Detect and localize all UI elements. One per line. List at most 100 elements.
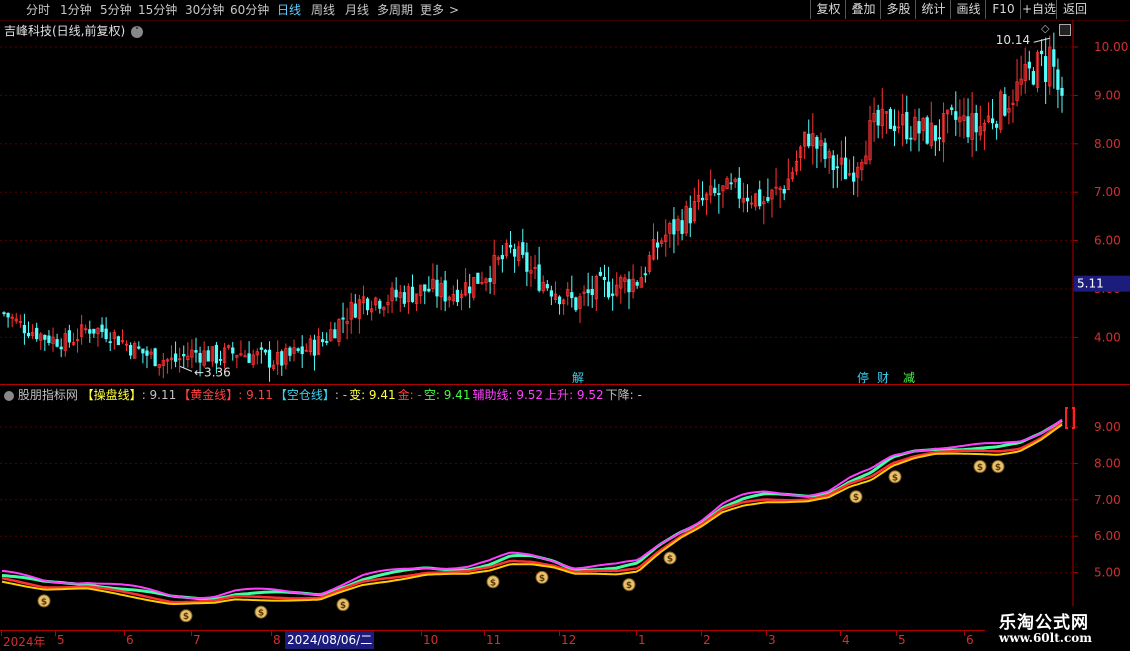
date-tick [55, 631, 56, 636]
candle-body [108, 341, 112, 344]
candle-body [1039, 50, 1044, 55]
candle-body [549, 290, 554, 297]
candle-body [296, 348, 300, 351]
candle-body [468, 286, 472, 294]
indicator-tick-label: 6.00 [1094, 529, 1121, 543]
range-bracket [1065, 407, 1068, 429]
candle-body [145, 350, 149, 356]
indicator-panel[interactable]: 5.00 6.00 7.00 8.00 9.00 $ $ $ $ $ $ $ $ $ $ $ $ 股朋指标网 【… [0, 386, 1130, 630]
candle-body [365, 298, 370, 311]
candle-body [320, 339, 325, 343]
candle-body [353, 303, 357, 318]
date-tick-label: 8 [273, 633, 281, 647]
tab-6[interactable]: 60分钟 [230, 2, 269, 18]
candle-body [6, 312, 10, 318]
operate-line [1, 423, 1063, 606]
price-tick-label: 7.00 [1094, 185, 1121, 199]
candle-body [247, 353, 251, 363]
event-marker[interactable]: 停 [857, 370, 869, 385]
candle-body [129, 345, 133, 356]
chevron-right-icon[interactable]: > [449, 2, 459, 18]
tab-7[interactable]: 日线 [277, 2, 301, 18]
tab-9[interactable]: 月线 [345, 2, 369, 18]
candle-body [47, 335, 51, 344]
tab-3[interactable]: 5分钟 [100, 2, 132, 18]
current-price-label: 5.11 [1077, 277, 1104, 291]
toolbar-button-3[interactable]: 多股 [880, 0, 916, 19]
candle-body [933, 125, 937, 141]
candle-body [758, 189, 762, 207]
candle-body [198, 352, 202, 363]
tab-2[interactable]: 1分钟 [60, 2, 92, 18]
candle-body [570, 292, 574, 299]
date-tick [271, 631, 272, 636]
toolbar-button-7[interactable]: +自选 [1020, 0, 1057, 19]
event-marker[interactable]: 解 [572, 371, 584, 385]
indicator-chart[interactable]: 5.00 6.00 7.00 8.00 9.00 $ $ $ $ $ $ $ $ $ $ $ $ [0, 386, 1130, 630]
tab-8[interactable]: 周线 [311, 2, 335, 18]
candle-body [815, 136, 819, 149]
candle-body [100, 324, 104, 332]
date-tick-label: 7 [193, 633, 201, 647]
toolbar-button-4[interactable]: 统计 [915, 0, 951, 19]
candle-body [717, 193, 721, 196]
candle-body [427, 288, 431, 292]
candle-body [288, 347, 292, 356]
candle-body [92, 328, 96, 334]
candle-body [500, 254, 504, 260]
tab-5[interactable]: 30分钟 [185, 2, 224, 18]
candle-body [206, 350, 210, 362]
indicator-value: : 9.52 [508, 388, 544, 402]
candle-body [1027, 61, 1031, 69]
candle-body [713, 187, 717, 194]
candle-body [598, 271, 603, 276]
date-tick-label: 5 [898, 633, 906, 647]
toolbar-button-8[interactable]: 返回 [1056, 0, 1093, 19]
indicator-label: 【黄金线】 [178, 388, 239, 402]
assist-line [1, 418, 1063, 600]
tab-4[interactable]: 15分钟 [138, 2, 177, 18]
event-marker[interactable]: 减 [903, 371, 915, 385]
coin-symbol: $ [853, 493, 859, 503]
coin-symbol: $ [258, 609, 264, 619]
candle-body [888, 109, 893, 129]
candle-body [627, 279, 631, 293]
tab-11[interactable]: 更多 [420, 2, 444, 18]
toolbar-button-1[interactable]: 复权 [810, 0, 846, 19]
watermark-title: 乐淘公式网 [999, 613, 1089, 633]
candle-body [280, 351, 284, 366]
candlestick-chart[interactable]: 4.005.006.007.008.009.0010.0010.14←3.365… [0, 20, 1130, 385]
toolbar-button-6[interactable]: F10 [985, 0, 1021, 19]
date-tick-label: 3 [768, 633, 776, 647]
toolbar-button-5[interactable]: 画线 [950, 0, 986, 19]
indicator-label: 变 [349, 388, 362, 402]
candle-body [835, 166, 839, 169]
candle-body [141, 348, 145, 354]
candle-body [35, 327, 39, 340]
indicator-value: : - [334, 388, 348, 402]
tab-10[interactable]: 多周期 [377, 2, 413, 18]
toolbar-button-2[interactable]: 叠加 [845, 0, 881, 19]
stock-title: 吉峰科技(日线,前复权) [4, 24, 126, 38]
candle-body [823, 142, 827, 160]
candle-body [700, 197, 705, 201]
candle-body [586, 289, 590, 294]
high-price-label: 10.14 [996, 33, 1030, 47]
candle-body [476, 272, 480, 284]
candle-body [680, 220, 684, 234]
price-tick-label: 8.00 [1094, 137, 1121, 151]
diamond-icon[interactable]: ◇ [1041, 22, 1049, 35]
event-marker[interactable]: 财 [877, 371, 889, 385]
candle-body [488, 277, 492, 283]
candle-body [909, 137, 913, 140]
period-toolbar: 分时 1分钟 5分钟 15分钟 30分钟 60分钟 日线 周线 月线 多周期 更多 > 复权 叠加 多股统… [0, 0, 1130, 21]
panel-toggle-icon[interactable] [1059, 24, 1071, 36]
date-tick-label: 12 [561, 633, 577, 647]
candlestick-panel[interactable]: 4.005.006.007.008.009.0010.0010.14←3.365… [0, 20, 1130, 385]
candle-body [917, 121, 921, 134]
chevron-down-icon[interactable]: ˅ [131, 25, 144, 38]
candle-body [892, 125, 897, 132]
chevron-down-icon[interactable] [4, 390, 14, 401]
tab-1[interactable]: 分时 [26, 2, 50, 18]
candle-body [852, 172, 856, 182]
